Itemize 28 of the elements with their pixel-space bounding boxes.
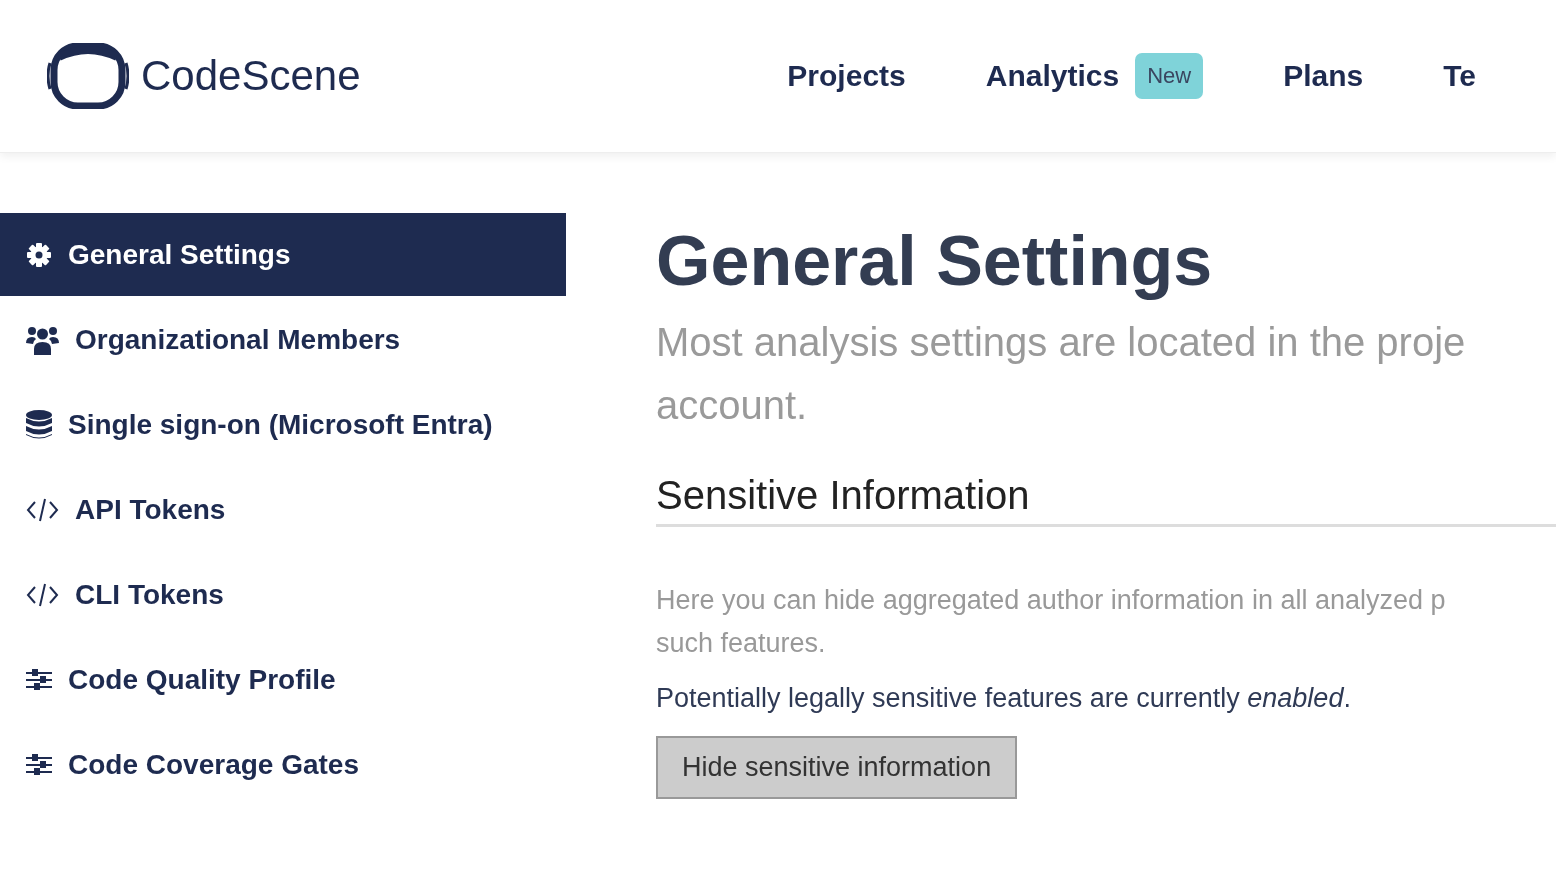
section-heading: Sensitive Information [656, 473, 1556, 527]
sidebar-item[interactable]: General Settings [0, 213, 566, 296]
code-icon [26, 582, 59, 607]
description-text: such features. [656, 627, 827, 660]
sidebar-item[interactable]: Organizational Members [0, 298, 566, 381]
sliders-icon [26, 752, 52, 777]
nav-link[interactable]: Analytics [985, 59, 1120, 93]
sidebar-item[interactable]: API Tokens [0, 468, 566, 551]
sidebar-item[interactable]: Code Coverage Gates [0, 723, 566, 806]
sliders-icon [26, 667, 52, 692]
nav-link[interactable]: Plans [1283, 59, 1364, 93]
helmet-logo-icon [47, 43, 129, 109]
page-title: General Settings [656, 221, 1214, 301]
brand-name: CodeScene [141, 52, 361, 100]
sidebar-item[interactable]: Code Quality Profile [0, 638, 566, 721]
subtitle-text: Most analysis settings are located in the proje [656, 319, 1467, 366]
sidebar-item[interactable]: CLI Tokens [0, 553, 566, 636]
sidebar-item[interactable]: Single sign-on (Microsoft Entra) [0, 383, 566, 466]
code-icon [26, 497, 59, 522]
hide-sensitive-button[interactable]: Hide sensitive information [656, 736, 1018, 799]
description-text: Here you can hide aggregated author information in all analyzed p [656, 584, 1447, 617]
subtitle-text: account. [656, 382, 809, 429]
nav-link[interactable]: Te [1443, 59, 1476, 93]
users-icon [26, 324, 59, 355]
new-badge: New [1135, 53, 1204, 99]
database-icon [26, 409, 52, 440]
status-text: Potentially legally sensitive features are currently enabled. [656, 683, 1352, 714]
nav-link[interactable]: Projects [787, 59, 906, 93]
